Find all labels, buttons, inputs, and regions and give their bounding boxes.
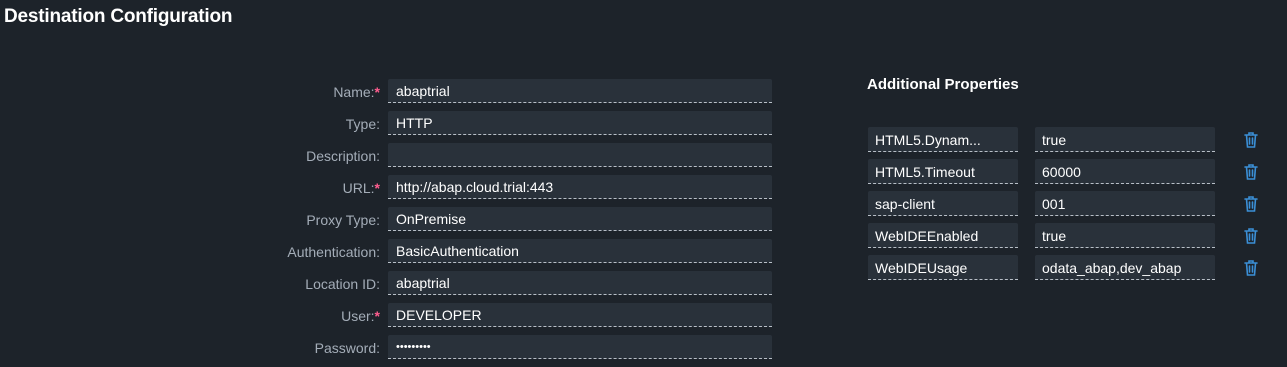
trash-icon[interactable] — [1243, 131, 1259, 149]
form-row-name: Name:* abaptrial — [0, 79, 780, 111]
property-value-input[interactable]: 60000 — [1035, 159, 1215, 184]
proxy-type-input[interactable]: OnPremise — [388, 207, 772, 231]
property-row: HTML5.Dynam... true — [868, 127, 1268, 159]
field-label-description: Description: — [306, 148, 380, 164]
location-id-input[interactable]: abaptrial — [388, 271, 772, 295]
property-value-input[interactable]: 001 — [1035, 191, 1215, 216]
form-row-authentication: Authentication: BasicAuthentication — [0, 239, 780, 271]
additional-properties-title: Additional Properties — [867, 76, 1019, 93]
field-label-location-id: Location ID: — [305, 276, 380, 292]
page-title: Destination Configuration — [4, 6, 233, 27]
property-value-input[interactable]: odata_abap,dev_abap — [1035, 255, 1215, 280]
form-row-type: Type: HTTP — [0, 111, 780, 143]
password-input[interactable]: ••••••••• — [388, 335, 772, 359]
property-key-input[interactable]: HTML5.Dynam... — [868, 127, 1018, 152]
form-row-description: Description: — [0, 143, 780, 175]
trash-icon[interactable] — [1243, 163, 1259, 181]
property-row: HTML5.Timeout 60000 — [868, 159, 1268, 191]
trash-icon[interactable] — [1243, 195, 1259, 213]
field-label-proxy-type: Proxy Type: — [306, 212, 380, 228]
property-key-input[interactable]: WebIDEEnabled — [868, 223, 1018, 248]
user-input[interactable]: DEVELOPER — [388, 303, 772, 327]
property-value-input[interactable]: true — [1035, 223, 1215, 248]
field-label-type: Type: — [345, 116, 380, 132]
required-marker: * — [374, 180, 380, 196]
field-label-authentication: Authentication: — [287, 244, 380, 260]
type-input[interactable]: HTTP — [388, 111, 772, 135]
field-label-url: URL:* — [342, 180, 380, 196]
form-row-user: User:* DEVELOPER — [0, 303, 780, 335]
form-row-url: URL:* http://abap.cloud.trial:443 — [0, 175, 780, 207]
authentication-input[interactable]: BasicAuthentication — [388, 239, 772, 263]
form-row-location-id: Location ID: abaptrial — [0, 271, 780, 303]
destination-form: Name:* abaptrial Type: HTTP Description:… — [0, 79, 780, 367]
property-row: WebIDEUsage odata_abap,dev_abap — [868, 255, 1268, 287]
property-key-input[interactable]: sap-client — [868, 191, 1018, 216]
required-marker: * — [374, 84, 380, 100]
trash-icon[interactable] — [1243, 259, 1259, 277]
field-label-password: Password: — [314, 340, 380, 356]
property-key-input[interactable]: HTML5.Timeout — [868, 159, 1018, 184]
url-input[interactable]: http://abap.cloud.trial:443 — [388, 175, 772, 199]
description-input[interactable] — [388, 143, 772, 167]
property-key-input[interactable]: WebIDEUsage — [868, 255, 1018, 280]
form-row-proxy-type: Proxy Type: OnPremise — [0, 207, 780, 239]
field-label-name: Name:* — [333, 84, 380, 100]
property-value-input[interactable]: true — [1035, 127, 1215, 152]
additional-properties-list: HTML5.Dynam... true HTML5.Timeout 60000 … — [868, 127, 1268, 287]
field-label-user: User:* — [341, 308, 380, 324]
property-row: WebIDEEnabled true — [868, 223, 1268, 255]
name-input[interactable]: abaptrial — [388, 79, 772, 103]
form-row-password: Password: ••••••••• — [0, 335, 780, 367]
property-row: sap-client 001 — [868, 191, 1268, 223]
trash-icon[interactable] — [1243, 227, 1259, 245]
required-marker: * — [374, 308, 380, 324]
